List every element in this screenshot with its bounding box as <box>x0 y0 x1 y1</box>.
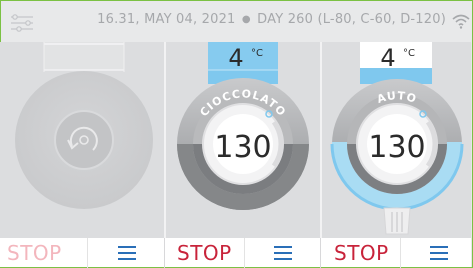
control-divider <box>400 238 401 268</box>
unit-3-temperature: 4 <box>380 44 395 72</box>
unit-3-panel: 4 °C AUTO 130 <box>322 42 471 238</box>
status-bar: 16.31, MAY 04, 2021 ● DAY 260 (L-80, C-6… <box>1 1 472 43</box>
panel-divider <box>320 42 322 266</box>
unit-3-hamburger-menu-icon[interactable] <box>430 246 448 260</box>
status-time: 16.31, <box>97 12 140 27</box>
unit-3-time-value: 130 <box>368 130 425 165</box>
unit-1-hamburger-menu-icon[interactable] <box>118 246 136 260</box>
unit-2-time-value: 130 <box>214 130 271 165</box>
unit-2-temperature: 4 <box>228 44 243 72</box>
status-date: MAY 04, 2021 <box>144 12 236 27</box>
unit-3-graphic: 4 °C AUTO 130 <box>330 42 464 235</box>
status-day-info: DAY 260 (L-80, C-60, D-120) <box>257 12 446 27</box>
panel-divider <box>164 42 166 266</box>
control-divider <box>87 238 88 268</box>
unit-3-temperature-unit: °C <box>403 48 415 59</box>
control-divider <box>244 238 245 268</box>
status-separator: ● <box>241 14 251 25</box>
unit-2-temperature-unit: °C <box>251 48 263 59</box>
unit-1-stop-button[interactable]: STOP <box>7 241 62 265</box>
control-divider <box>164 238 165 268</box>
unit-2-stop-button[interactable]: STOP <box>177 241 232 265</box>
status-text: 16.31, MAY 04, 2021 ● DAY 260 (L-80, C-6… <box>97 12 446 27</box>
unit-3-stop-button[interactable]: STOP <box>334 241 389 265</box>
unit-1-dial[interactable] <box>54 110 114 170</box>
unit-2-hamburger-menu-icon[interactable] <box>274 246 292 260</box>
settings-sliders-icon[interactable] <box>9 13 35 33</box>
unit-2-graphic: 4 °C CIOCCOLATO 130 <box>177 42 309 210</box>
control-divider <box>320 238 321 268</box>
wifi-icon <box>452 14 470 29</box>
unit-2-panel: 4 °C CIOCCOLATO 130 <box>166 42 320 238</box>
unit-1-panel <box>0 42 164 238</box>
unit-1-graphic <box>15 42 153 209</box>
